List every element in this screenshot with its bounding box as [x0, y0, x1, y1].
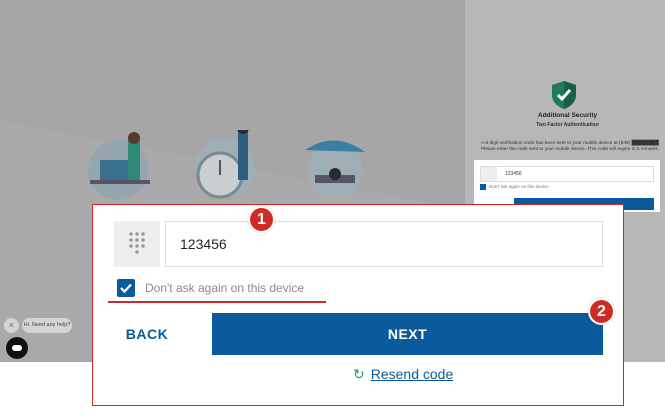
- chat-close-button[interactable]: ×: [4, 318, 19, 333]
- highlight-underline: [108, 301, 326, 303]
- step-marker-2: 2: [588, 298, 615, 325]
- background-code-field: 123456: [480, 166, 654, 182]
- background-code-value: 123456: [505, 171, 522, 177]
- background-checkbox-label: Don't ask again on this device: [489, 184, 549, 189]
- chat-greeting-bubble[interactable]: Hi. Need any help?: [22, 318, 72, 333]
- checkmark-icon: [120, 283, 132, 294]
- resend-code-link[interactable]: ↻ Resend code: [353, 365, 453, 383]
- chat-launcher-button[interactable]: [6, 337, 28, 359]
- resend-code-label: Resend code: [370, 366, 454, 382]
- remember-device-label[interactable]: Don't ask again on this device: [145, 279, 304, 297]
- remember-device-checkbox[interactable]: [117, 279, 135, 297]
- back-button[interactable]: BACK: [113, 313, 181, 355]
- refresh-icon: ↻: [353, 366, 365, 382]
- verification-form-zoom: 123456 Don't ask again on this device BA…: [92, 204, 624, 406]
- next-button[interactable]: NEXT: [212, 313, 603, 355]
- security-subtitle: Two Factor Authentication: [536, 122, 599, 128]
- background-checkbox: [480, 184, 486, 190]
- security-title: Additional Security: [537, 112, 598, 119]
- shield-check-icon: [552, 81, 576, 109]
- keypad-icon: [481, 167, 497, 181]
- security-instructions: A 6 digit verification code has been sen…: [480, 141, 660, 152]
- step-marker-1: 1: [248, 206, 275, 233]
- keypad-icon: [114, 221, 160, 267]
- chat-icon: [12, 345, 22, 351]
- workspace-illustration: [88, 130, 365, 200]
- verification-code-input[interactable]: 123456: [165, 221, 603, 267]
